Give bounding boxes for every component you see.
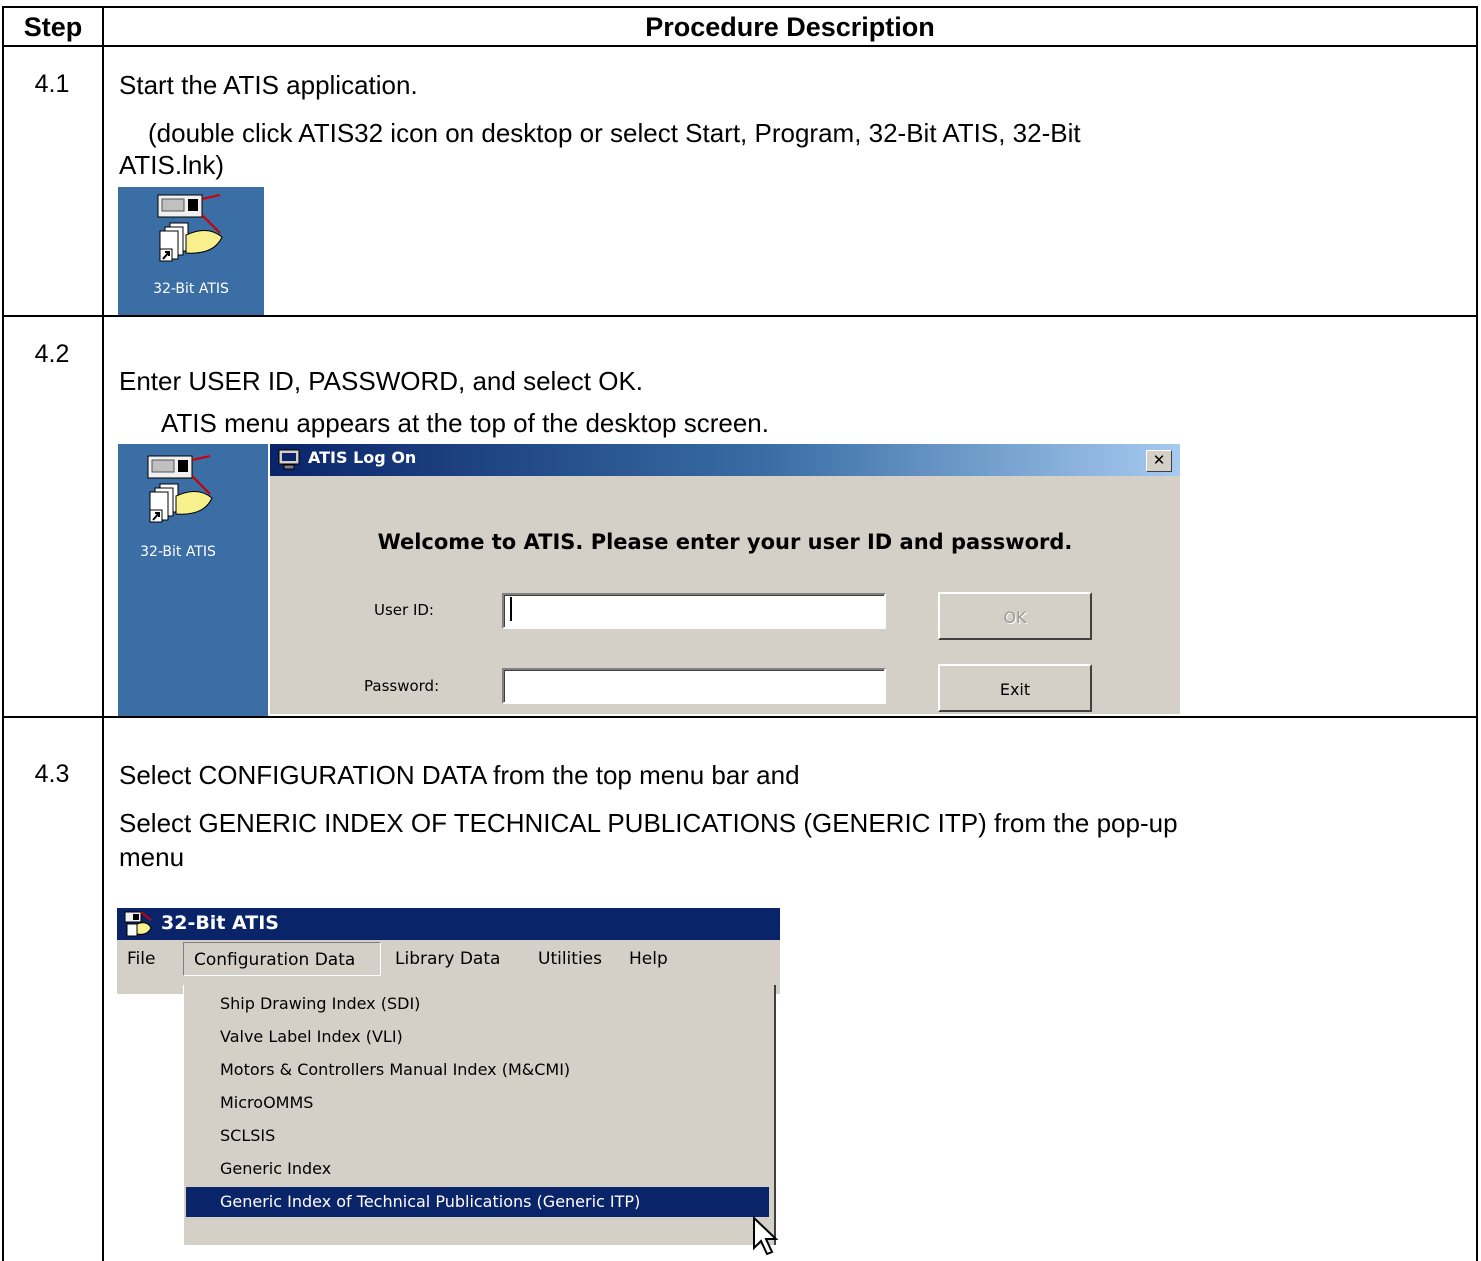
desktop-shortcut[interactable]: 32-Bit ATIS — [118, 444, 268, 716]
step-text: menu — [119, 842, 185, 872]
menu-utilities[interactable]: Utilities — [538, 942, 602, 976]
app-titlebar[interactable]: 32-Bit ATIS — [117, 908, 780, 940]
configuration-data-dropdown: Ship Drawing Index (SDI) Valve Label Ind… — [183, 985, 776, 1245]
step-text: Start the ATIS application. — [119, 70, 418, 100]
step-text: (double click ATIS32 icon on desktop or … — [148, 118, 1081, 148]
menu-file[interactable]: File — [127, 942, 155, 976]
shortcut-label: 32-Bit ATIS — [140, 544, 216, 560]
shortcut-label: 32-Bit ATIS — [153, 281, 229, 297]
welcome-message: Welcome to ATIS. Please enter your user … — [377, 530, 1073, 554]
mouse-pointer-icon — [753, 1215, 779, 1256]
ok-button[interactable]: OK — [938, 592, 1092, 640]
step-number: 4.1 — [34, 70, 70, 98]
rule — [102, 6, 104, 1261]
header-description: Procedure Description — [645, 12, 935, 42]
step-number: 4.2 — [34, 340, 70, 368]
atis-shortcut-icon — [147, 455, 213, 523]
dialog-titlebar[interactable]: ATIS Log On ✕ — [270, 444, 1180, 476]
menu-library-data[interactable]: Library Data — [395, 942, 500, 976]
rule — [2, 6, 1478, 8]
step-text: ATIS.lnk) — [119, 150, 224, 180]
menu-item-mcmi[interactable]: Motors & Controllers Manual Index (M&CMI… — [186, 1055, 769, 1085]
user-id-input[interactable] — [502, 593, 886, 629]
user-id-label: User ID: — [374, 601, 434, 619]
close-icon[interactable]: ✕ — [1146, 450, 1172, 472]
password-input[interactable] — [502, 668, 886, 704]
header-step: Step — [23, 12, 83, 42]
atis-shortcut-icon — [157, 194, 223, 262]
menu-item-sdi[interactable]: Ship Drawing Index (SDI) — [186, 989, 769, 1019]
menu-item-vli[interactable]: Valve Label Index (VLI) — [186, 1022, 769, 1052]
menu-item-generic-index[interactable]: Generic Index — [186, 1154, 769, 1184]
step-text: Select GENERIC INDEX OF TECHNICAL PUBLIC… — [119, 808, 1178, 838]
menu-help[interactable]: Help — [629, 942, 668, 976]
rule — [2, 315, 1478, 317]
logon-dialog: ATIS Log On ✕ Welcome to ATIS. Please en… — [268, 444, 1180, 714]
text-caret — [510, 597, 512, 621]
app-title: 32-Bit ATIS — [161, 912, 279, 934]
step-text: Enter USER ID, PASSWORD, and select OK. — [119, 366, 644, 396]
rule — [1476, 6, 1478, 1261]
step-text: Select CONFIGURATION DATA from the top m… — [119, 760, 800, 790]
menu-item-generic-itp[interactable]: Generic Index of Technical Publications … — [186, 1187, 769, 1217]
rule — [2, 716, 1478, 718]
atis-app-window: 32-Bit ATIS File Configuration Data Libr… — [117, 908, 780, 994]
step-text: ATIS menu appears at the top of the desk… — [161, 408, 769, 438]
rule — [2, 6, 4, 1261]
menu-item-microomms[interactable]: MicroOMMS — [186, 1088, 769, 1118]
password-label: Password: — [364, 677, 440, 695]
rule — [2, 45, 1478, 47]
atis-app-icon — [278, 449, 300, 470]
dialog-title: ATIS Log On — [308, 448, 417, 467]
step-number: 4.3 — [34, 760, 70, 788]
menu-configuration-data[interactable]: Configuration Data — [183, 942, 381, 976]
menu-item-sclsis[interactable]: SCLSIS — [186, 1121, 769, 1151]
menu-bar: File Configuration Data Library Data Uti… — [117, 942, 780, 978]
exit-button[interactable]: Exit — [938, 664, 1092, 712]
atis-app-icon — [124, 911, 152, 937]
desktop-shortcut[interactable]: 32-Bit ATIS — [118, 187, 264, 315]
